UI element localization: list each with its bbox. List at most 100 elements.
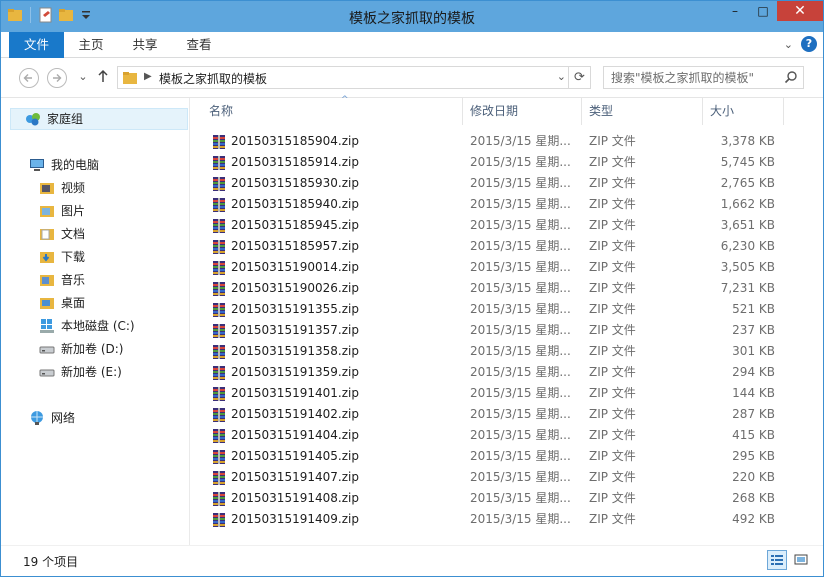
tab-file[interactable]: 文件: [9, 32, 64, 58]
recent-locations-icon[interactable]: ⌄: [73, 68, 93, 88]
forward-button[interactable]: [47, 68, 67, 88]
zip-file-icon: [211, 428, 227, 444]
nav-item-network[interactable]: 网络: [29, 407, 75, 429]
nav-item-drive-c[interactable]: 本地磁盘 (C:): [39, 315, 135, 337]
file-row[interactable]: 20150315185940.zip 2015/3/15 星期... ZIP 文件 1…: [191, 194, 791, 215]
file-name: 20150315191358.zip: [231, 344, 359, 358]
expand-ribbon-icon[interactable]: ⌄: [784, 38, 793, 51]
file-name: 20150315191408.zip: [231, 491, 359, 505]
nav-item-homegroup[interactable]: 家庭组: [10, 108, 188, 130]
content-area: 家庭组 我的电脑 视频 图片 文档 下载 音乐 桌面 本地磁盘 (C:) 新加卷…: [1, 95, 823, 545]
column-header-size[interactable]: 大小: [704, 98, 784, 125]
zip-file-icon: [211, 155, 227, 171]
nav-item-desktop[interactable]: 桌面: [39, 292, 85, 314]
back-button[interactable]: [19, 68, 39, 88]
file-type: ZIP 文件: [589, 407, 636, 421]
file-row[interactable]: 20150315191357.zip 2015/3/15 星期... ZIP 文件 2…: [191, 320, 791, 341]
music-folder-icon: [39, 272, 55, 288]
file-date: 2015/3/15 星期...: [470, 260, 571, 274]
zip-file-icon: [211, 512, 227, 528]
column-header-name[interactable]: ^ 名称: [203, 95, 463, 125]
zip-file-icon: [211, 491, 227, 507]
large-icons-view-button[interactable]: [791, 550, 811, 570]
file-row[interactable]: 20150315191359.zip 2015/3/15 星期... ZIP 文件 2…: [191, 362, 791, 383]
address-row: ⌄ ▶ 模板之家抓取的模板 ⌄ ⟳: [1, 58, 823, 98]
file-type: ZIP 文件: [589, 134, 636, 148]
file-date: 2015/3/15 星期...: [470, 344, 571, 358]
file-date: 2015/3/15 星期...: [470, 302, 571, 316]
file-name: 20150315191357.zip: [231, 323, 359, 337]
nav-item-pictures[interactable]: 图片: [39, 200, 85, 222]
file-row[interactable]: 20150315191355.zip 2015/3/15 星期... ZIP 文件 5…: [191, 299, 791, 320]
nav-item-video[interactable]: 视频: [39, 177, 85, 199]
drive-icon: [39, 341, 55, 357]
file-row[interactable]: 20150315191402.zip 2015/3/15 星期... ZIP 文件 2…: [191, 404, 791, 425]
file-row[interactable]: 20150315185904.zip 2015/3/15 星期... ZIP 文件 3…: [191, 131, 791, 152]
search-input[interactable]: [611, 69, 776, 86]
tab-view[interactable]: 查看: [179, 32, 219, 58]
file-size: 521 KB: [732, 302, 775, 316]
nav-item-computer[interactable]: 我的电脑: [29, 154, 99, 176]
address-bar[interactable]: ▶ 模板之家抓取的模板 ⌄ ⟳: [117, 66, 591, 89]
close-button[interactable]: ✕: [777, 1, 823, 21]
file-size: 1,662 KB: [720, 197, 775, 211]
file-row[interactable]: 20150315185957.zip 2015/3/15 星期... ZIP 文件 6…: [191, 236, 791, 257]
zip-file-icon: [211, 386, 227, 402]
nav-item-drive-d[interactable]: 新加卷 (D:): [39, 338, 123, 360]
tab-home[interactable]: 主页: [71, 32, 111, 58]
file-type: ZIP 文件: [589, 344, 636, 358]
nav-item-drive-e[interactable]: 新加卷 (E:): [39, 361, 122, 383]
file-row[interactable]: 20150315191408.zip 2015/3/15 星期... ZIP 文件 2…: [191, 488, 791, 509]
file-size: 7,231 KB: [720, 281, 775, 295]
file-row[interactable]: 20150315190014.zip 2015/3/15 星期... ZIP 文件 3…: [191, 257, 791, 278]
breadcrumb[interactable]: 模板之家抓取的模板: [159, 70, 267, 87]
window-title: 模板之家抓取的模板: [349, 11, 475, 27]
file-row[interactable]: 20150315191401.zip 2015/3/15 星期... ZIP 文件 1…: [191, 383, 791, 404]
file-row[interactable]: 20150315185945.zip 2015/3/15 星期... ZIP 文件 3…: [191, 215, 791, 236]
file-date: 2015/3/15 星期...: [470, 218, 571, 232]
file-date: 2015/3/15 星期...: [470, 449, 571, 463]
file-row[interactable]: 20150315191404.zip 2015/3/15 星期... ZIP 文件 4…: [191, 425, 791, 446]
breadcrumb-separator-icon[interactable]: ▶: [144, 71, 152, 82]
nav-item-label: 家庭组: [47, 112, 84, 126]
file-name: 20150315191409.zip: [231, 512, 359, 526]
zip-file-icon: [211, 449, 227, 465]
maximize-button[interactable]: □: [749, 1, 777, 21]
file-size: 295 KB: [732, 449, 775, 463]
file-row[interactable]: 20150315185930.zip 2015/3/15 星期... ZIP 文件 2…: [191, 173, 791, 194]
details-view-button[interactable]: [767, 550, 787, 570]
file-name: 20150315191407.zip: [231, 470, 359, 484]
file-row[interactable]: 20150315191358.zip 2015/3/15 星期... ZIP 文件 3…: [191, 341, 791, 362]
homegroup-icon: [25, 111, 41, 127]
nav-item-downloads[interactable]: 下载: [39, 246, 85, 268]
minimize-button[interactable]: –: [721, 1, 749, 21]
address-dropdown-icon[interactable]: ⌄: [557, 70, 566, 83]
refresh-button[interactable]: ⟳: [568, 67, 590, 88]
file-name: 20150315191402.zip: [231, 407, 359, 421]
file-row[interactable]: 20150315185914.zip 2015/3/15 星期... ZIP 文件 5…: [191, 152, 791, 173]
file-row[interactable]: 20150315191405.zip 2015/3/15 星期... ZIP 文件 2…: [191, 446, 791, 467]
nav-item-documents[interactable]: 文档: [39, 223, 85, 245]
window-controls: – □ ✕: [721, 1, 823, 21]
search-icon[interactable]: [784, 70, 798, 87]
file-row[interactable]: 20150315191407.zip 2015/3/15 星期... ZIP 文件 2…: [191, 467, 791, 488]
column-header-date[interactable]: 修改日期: [464, 98, 582, 125]
file-row[interactable]: 20150315191409.zip 2015/3/15 星期... ZIP 文件 4…: [191, 509, 791, 530]
up-button[interactable]: [97, 68, 109, 88]
nav-item-music[interactable]: 音乐: [39, 269, 85, 291]
file-row[interactable]: 20150315190026.zip 2015/3/15 星期... ZIP 文件 7…: [191, 278, 791, 299]
sort-ascending-icon: ^: [341, 95, 349, 105]
file-type: ZIP 文件: [589, 491, 636, 505]
file-date: 2015/3/15 星期...: [470, 512, 571, 526]
help-icon[interactable]: ?: [801, 36, 817, 52]
system-drive-icon: [39, 318, 55, 334]
network-icon: [29, 410, 45, 426]
file-name: 20150315185957.zip: [231, 239, 359, 253]
search-box[interactable]: [603, 66, 804, 89]
tab-share[interactable]: 共享: [125, 32, 165, 58]
status-bar: 19 个项目: [1, 545, 823, 576]
column-header-type[interactable]: 类型: [583, 98, 703, 125]
back-arrow-icon: [23, 74, 32, 82]
file-size: 237 KB: [732, 323, 775, 337]
zip-file-icon: [211, 134, 227, 150]
